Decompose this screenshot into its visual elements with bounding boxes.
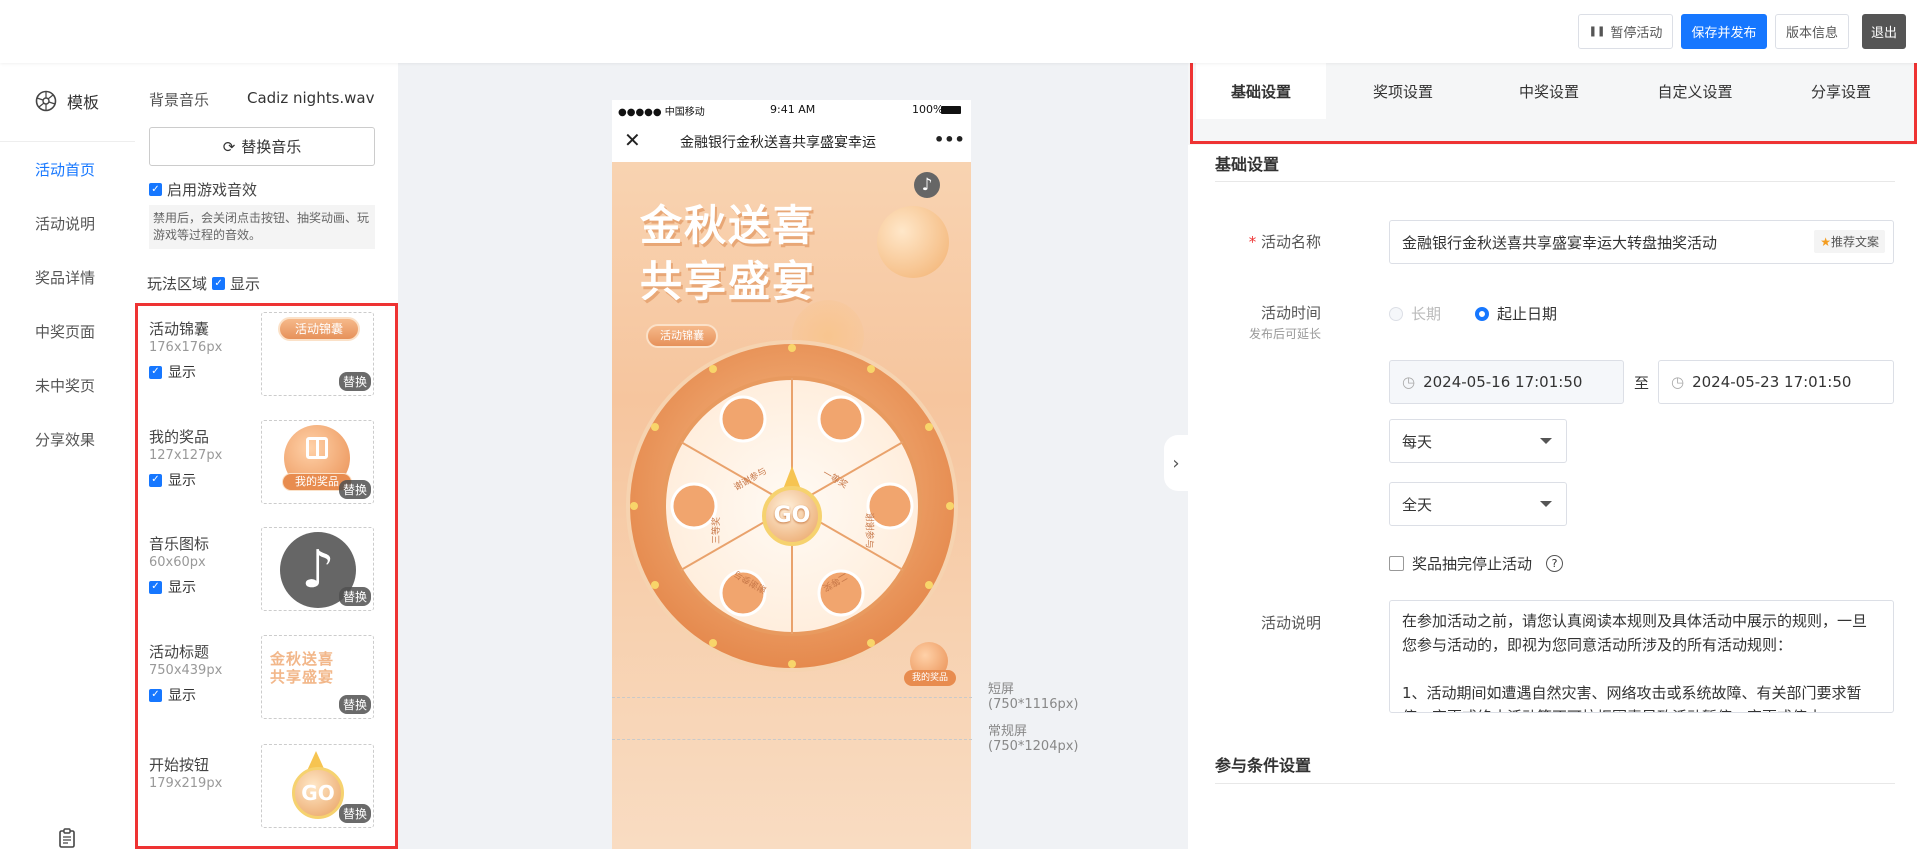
nav-item-win-page[interactable]: 中奖页面 <box>35 321 95 342</box>
collapse-panel-button[interactable]: › <box>1164 435 1188 491</box>
section-divider <box>1215 783 1895 784</box>
headline-line-2: 共享盛宴 <box>640 257 817 306</box>
wheel-label: 三等奖 <box>712 516 723 545</box>
nav-item-share[interactable]: 分享效果 <box>35 429 95 450</box>
asset-show-checkbox[interactable]: ✓ 显示 <box>149 470 196 490</box>
template-icon <box>35 90 57 112</box>
top-toolbar: ❚❚ 暂停活动 保存并发布 版本信息 退出 <box>0 0 1917 63</box>
music-toggle-icon[interactable]: ♪ <box>914 172 940 198</box>
template-nav-header[interactable]: 模板 <box>35 89 99 113</box>
short-screen-label: 短屏 (750*1116px) <box>988 682 1079 712</box>
replace-button[interactable]: 替换 <box>338 480 371 499</box>
date-separator: 至 <box>1634 374 1650 392</box>
caret-down-icon <box>1540 501 1552 507</box>
play-area-row: 玩法区域 ✓ 显示 <box>147 275 261 293</box>
clipboard-icon[interactable] <box>56 827 78 849</box>
asset-thumb-start-button[interactable]: GO 替换 <box>261 744 374 828</box>
star-icon: ★ <box>1820 235 1831 249</box>
close-icon[interactable]: ✕ <box>624 128 641 152</box>
day-range-select[interactable]: 全天 <box>1389 482 1567 526</box>
nav-item-lose-page[interactable]: 未中奖页 <box>35 375 95 396</box>
asset-show-checkbox[interactable]: ✓ 显示 <box>149 685 196 705</box>
checkbox-checked-icon: ✓ <box>149 183 162 196</box>
asset-item-tips: 活动锦囊 176x176px ✓ 显示 活动锦囊 替换 <box>135 312 398 398</box>
asset-show-checkbox[interactable]: ✓ 显示 <box>149 362 196 382</box>
battery-icon <box>941 106 961 114</box>
normal-screen-line <box>612 739 972 740</box>
stop-when-exhausted-checkbox[interactable]: 奖品抽完停止活动 ? <box>1389 553 1564 574</box>
replace-button[interactable]: 替换 <box>338 587 371 606</box>
my-prize-label[interactable]: 我的奖品 <box>904 670 956 686</box>
radio-long-term[interactable]: 长期 <box>1389 303 1441 324</box>
phone-status-bar: ●●●●● 中国移动 9:41 AM 100% <box>612 100 971 120</box>
game-sound-note: 禁用后，会关闭点击按钮、抽奖动画、玩游戏等过程的音效。 <box>149 205 375 249</box>
tabs-highlight <box>1190 57 1917 144</box>
nav-item-home[interactable]: 活动首页 <box>35 159 95 180</box>
phone-preview: ●●●●● 中国移动 9:41 AM 100% ✕ 金融银行金秋送喜共享盛宴幸运… <box>612 100 971 849</box>
save-publish-button[interactable]: 保存并发布 <box>1681 14 1767 49</box>
chevron-right-icon: › <box>1172 452 1180 474</box>
frequency-select[interactable]: 每天 <box>1389 419 1567 463</box>
activity-time-hint: 发布后可延长 <box>1248 327 1321 341</box>
clock-icon: ◷ <box>1402 373 1416 391</box>
more-icon[interactable]: ••• <box>934 130 965 149</box>
headline-line-1: 金秋送喜 <box>640 201 817 250</box>
section-basic-title: 基础设置 <box>1215 155 1280 174</box>
radio-date-range[interactable]: 起止日期 <box>1475 303 1557 324</box>
go-button[interactable]: GO <box>762 486 822 546</box>
activity-time-label: 活动时间 <box>1260 304 1321 322</box>
clock-icon: ◷ <box>1671 373 1685 391</box>
asset-show-checkbox[interactable]: ✓ 显示 <box>149 577 196 597</box>
preview-canvas: ●●●●● 中国移动 9:41 AM 100% ✕ 金融银行金秋送喜共享盛宴幸运… <box>398 63 1188 849</box>
nav-item-prize-details[interactable]: 奖品详情 <box>35 267 95 288</box>
replace-button[interactable]: 替换 <box>338 372 371 391</box>
wheel-label: 谢谢参与 <box>863 512 874 549</box>
play-area-checkbox[interactable]: ✓ <box>212 277 226 290</box>
activity-desc-label: 活动说明 <box>1260 614 1321 632</box>
start-date-input[interactable]: ◷ 2024-05-16 17:01:50 <box>1389 360 1624 404</box>
recommend-copy-button[interactable]: ★推荐文案 <box>1814 230 1885 253</box>
activity-name-input[interactable]: 金融银行金秋送喜共享盛宴幸运大转盘抽奖活动 ★推荐文案 <box>1389 220 1894 264</box>
asset-thumb-tips[interactable]: 活动锦囊 替换 <box>261 312 374 396</box>
asset-item-music-icon: 音乐图标 60x60px ✓ 显示 ♪ 替换 <box>135 527 398 613</box>
normal-screen-label: 常规屏 (750*1204px) <box>988 724 1079 754</box>
bg-music-filename: Cadiz nights.wav <box>247 89 375 107</box>
asset-thumb-music-icon[interactable]: ♪ 替换 <box>261 527 374 611</box>
pause-button[interactable]: ❚❚ 暂停活动 <box>1578 14 1673 49</box>
asset-item-start-button: 开始按钮 179x219px GO 替换 <box>135 744 398 830</box>
short-screen-line <box>612 697 972 698</box>
decor-bubble <box>877 206 949 278</box>
pause-icon: ❚❚ <box>1588 26 1606 37</box>
caret-down-icon <box>1540 438 1552 444</box>
section-conditions-title: 参与条件设置 <box>1215 756 1312 775</box>
activity-name-label: * 活动名称 <box>1248 233 1321 251</box>
game-sound-checkbox[interactable]: ✓ 启用游戏音效 <box>149 179 257 200</box>
asset-thumb-my-prize[interactable]: 我的奖品 替换 <box>261 420 374 504</box>
help-icon[interactable]: ? <box>1546 555 1564 572</box>
end-date-input[interactable]: ◷ 2024-05-23 17:01:50 <box>1658 360 1894 404</box>
exit-button[interactable]: 退出 <box>1862 14 1906 49</box>
refresh-icon: ⟳ <box>222 137 236 156</box>
replace-music-button[interactable]: ⟳ 替换音乐 <box>149 127 375 166</box>
section-divider <box>1215 181 1895 182</box>
asset-item-title: 活动标题 750x439px ✓ 显示 金秋送喜 共享盛宴 替换 <box>135 635 398 721</box>
bg-music-label: 背景音乐 <box>149 91 210 109</box>
nav-item-description[interactable]: 活动说明 <box>35 213 95 234</box>
nav-divider <box>0 141 135 142</box>
replace-button[interactable]: 替换 <box>338 695 371 714</box>
settings-panel: 基础设置 奖项设置 中奖设置 自定义设置 分享设置 基础设置 * 活动名称 金融… <box>1188 57 1917 849</box>
left-nav: 模板 活动首页 活动说明 奖品详情 中奖页面 未中奖页 分享效果 <box>0 63 135 849</box>
activity-desc-textarea[interactable]: 在参加活动之前，请您认真阅读本规则及具体活动中展示的规则，一旦您参与活动的，即视… <box>1389 600 1894 713</box>
config-panel: 背景音乐 Cadiz nights.wav ⟳ 替换音乐 ✓ 启用游戏音效 禁用… <box>135 63 398 849</box>
phone-title-bar: ✕ 金融银行金秋送喜共享盛宴幸运 ••• <box>612 120 971 162</box>
replace-button[interactable]: 替换 <box>338 804 371 823</box>
version-info-button[interactable]: 版本信息 <box>1775 14 1849 49</box>
asset-thumb-title[interactable]: 金秋送喜 共享盛宴 替换 <box>261 635 374 719</box>
asset-item-my-prize: 我的奖品 127x127px ✓ 显示 我的奖品 替换 <box>135 420 398 506</box>
